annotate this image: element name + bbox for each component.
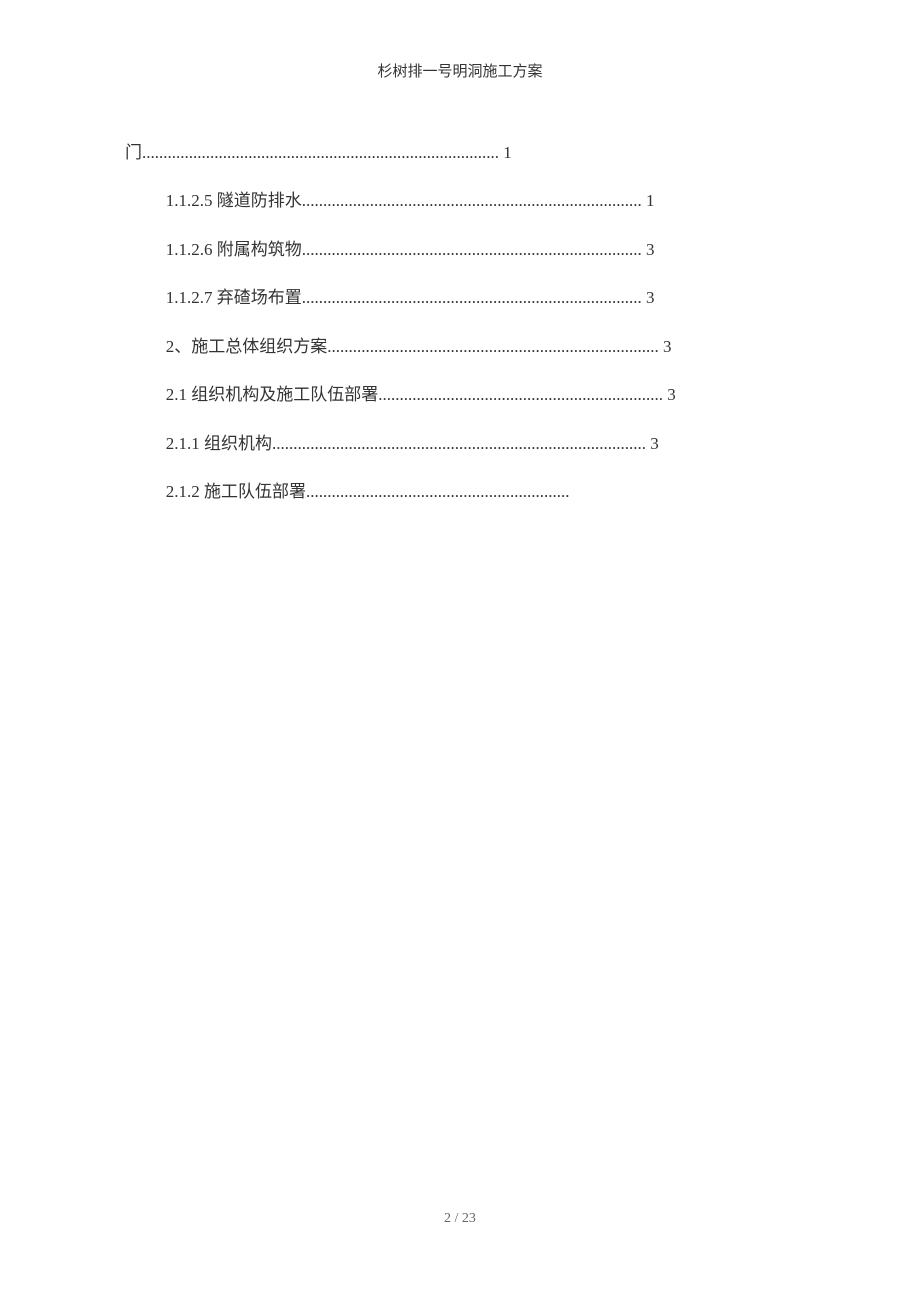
toc-entry: 1.1.2.6 附属构筑物...........................… (125, 226, 795, 274)
toc-prefix: 1.1.2.6 (166, 240, 217, 259)
toc-prefix: 1.1.2.7 (166, 288, 217, 307)
toc-page: 1 (503, 143, 512, 162)
toc-prefix: 2、 (166, 337, 192, 356)
toc-dots: ........................................… (327, 337, 663, 356)
toc-page: 3 (663, 337, 672, 356)
toc-prefix: 2.1 (166, 385, 192, 404)
toc-text: 施工队伍部署 (204, 482, 306, 501)
toc-dots: ........................................… (302, 240, 646, 259)
toc-entry: 1.1.2.5 隧道防排水...........................… (125, 177, 795, 225)
toc-entry: 1.1.2.7 弃碴场布置...........................… (125, 274, 795, 322)
toc-page: 3 (650, 434, 659, 453)
toc-entry: 门.......................................… (125, 129, 795, 177)
toc-dots: ........................................… (142, 143, 503, 162)
toc-content: 门.......................................… (125, 129, 795, 517)
toc-text: 组织机构 (204, 434, 272, 453)
toc-entry: 2.1.2 施工队伍部署............................… (125, 468, 795, 516)
toc-dots: ........................................… (272, 434, 650, 453)
page-footer: 2 / 23 (0, 1211, 920, 1227)
toc-entry: 2.1 组织机构及施工队伍部署.........................… (125, 371, 795, 419)
document-page: 杉树排一号明洞施工方案 门...........................… (0, 0, 920, 517)
toc-text: 隧道防排水 (217, 191, 302, 210)
toc-prefix: 2.1.1 (166, 434, 204, 453)
toc-text: 施工总体组织方案 (191, 337, 327, 356)
toc-page: 3 (667, 385, 676, 404)
toc-prefix: 1.1.2.5 (166, 191, 217, 210)
toc-dots: ........................................… (302, 288, 646, 307)
toc-text: 附属构筑物 (217, 240, 302, 259)
toc-dots: ........................................… (302, 191, 646, 210)
toc-page: 3 (646, 240, 655, 259)
toc-dots: ........................................… (306, 482, 570, 501)
page-number: 2 / 23 (444, 1211, 476, 1226)
toc-entry: 2.1.1 组织机构..............................… (125, 420, 795, 468)
toc-entry: 2、施工总体组织方案..............................… (125, 323, 795, 371)
toc-text: 组织机构及施工队伍部署 (191, 385, 378, 404)
toc-text: 弃碴场布置 (217, 288, 302, 307)
toc-prefix: 2.1.2 (166, 482, 204, 501)
toc-page: 1 (646, 191, 655, 210)
page-header-title: 杉树排一号明洞施工方案 (125, 60, 795, 81)
toc-text: 门 (125, 143, 142, 162)
toc-page: 3 (646, 288, 655, 307)
toc-dots: ........................................… (378, 385, 667, 404)
